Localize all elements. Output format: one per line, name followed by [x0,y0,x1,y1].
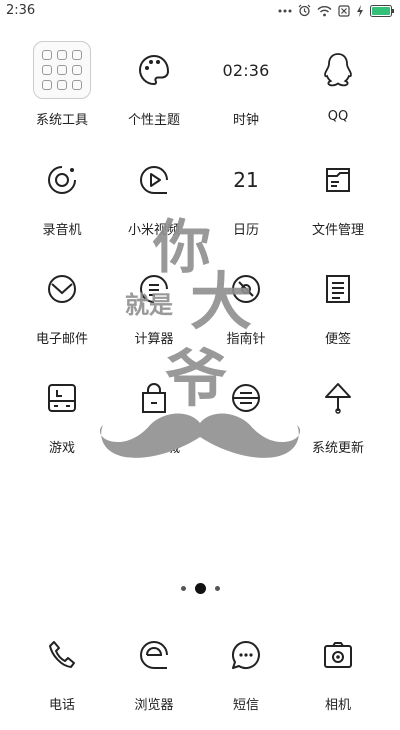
app-label: 电话 [48,698,75,713]
app-label: 浏览器 [134,698,174,713]
page-dot[interactable] [214,585,220,591]
app-calendar[interactable]: 21 日历 [196,155,296,255]
more-dots-icon [278,8,292,14]
email-icon [37,264,87,314]
camera-icon [313,630,363,680]
palette-icon [129,45,179,95]
system-update-icon [313,373,363,423]
page-dot[interactable] [180,585,186,591]
file-manager-icon [313,155,363,205]
calendar-icon: 21 [221,155,271,205]
app-mijia[interactable]: 米家 [196,373,296,473]
wifi-icon [317,5,332,17]
browser-icon [129,630,179,680]
app-label: 系统工具 [35,113,88,128]
mijia-icon [221,373,271,423]
app-label: 个性主题 [127,113,180,128]
qq-penguin-icon [313,45,363,95]
page-dot-active[interactable] [194,582,206,594]
app-mi-video[interactable]: 小米视频 [104,155,204,255]
page-indicator[interactable] [0,580,400,596]
app-label: 指南针 [226,332,266,347]
clock-icon: 02:36 [221,45,271,95]
app-file-manager[interactable]: 文件管理 [288,155,388,255]
app-label: 便签 [324,332,351,347]
app-label: 系统更新 [311,441,364,456]
status-icons [278,4,394,17]
app-label: 小米视频 [127,223,180,238]
app-label: 电子邮件 [35,332,88,347]
dock-browser[interactable]: 浏览器 [104,630,204,730]
clock-face-text: 02:36 [222,60,270,80]
dock-camera[interactable]: 相机 [288,630,388,730]
app-system-tools[interactable]: 系统工具 [12,41,112,145]
app-label: QQ [327,109,349,124]
app-label: 计算器 [134,332,174,347]
app-themes[interactable]: 个性主题 [104,45,204,145]
app-email[interactable]: 电子邮件 [12,264,112,364]
game-icon [37,373,87,423]
calendar-date-text: 21 [233,168,259,192]
app-calculator[interactable]: 计算器 [104,264,204,364]
app-label: 文件管理 [311,223,364,238]
status-time: 2:36 [6,3,36,18]
app-recorder[interactable]: 录音机 [12,155,112,255]
message-icon [221,630,271,680]
dock-messages[interactable]: 短信 [196,630,296,730]
app-games[interactable]: 游戏 [12,373,112,473]
shopping-bag-icon [129,373,179,423]
app-label: 米家 [232,441,259,456]
app-clock[interactable]: 02:36 时钟 [196,45,296,145]
app-label: 短信 [232,698,259,713]
phone-icon [37,630,87,680]
notes-icon [313,264,363,314]
status-bar: 2:36 [0,0,400,24]
battery-icon [370,4,394,17]
app-label: 时钟 [232,113,259,128]
charging-icon [356,4,364,17]
app-compass[interactable]: 指南针 [196,264,296,364]
no-sim-icon [338,4,350,17]
app-label: 小米商城 [127,441,180,456]
app-label: 录音机 [42,223,82,238]
recorder-icon [37,155,87,205]
dock-phone[interactable]: 电话 [12,630,112,730]
compass-icon [221,264,271,314]
app-label: 日历 [232,223,259,238]
app-system-update[interactable]: 系统更新 [288,373,388,473]
app-label: 游戏 [48,441,75,456]
app-label: 相机 [324,698,351,713]
app-mi-store[interactable]: 小米商城 [104,373,204,473]
calculator-icon [129,264,179,314]
video-play-icon [129,155,179,205]
alarm-icon [298,4,311,17]
app-notes[interactable]: 便签 [288,264,388,364]
app-qq[interactable]: QQ [288,45,388,145]
tools-folder-icon [33,41,91,99]
